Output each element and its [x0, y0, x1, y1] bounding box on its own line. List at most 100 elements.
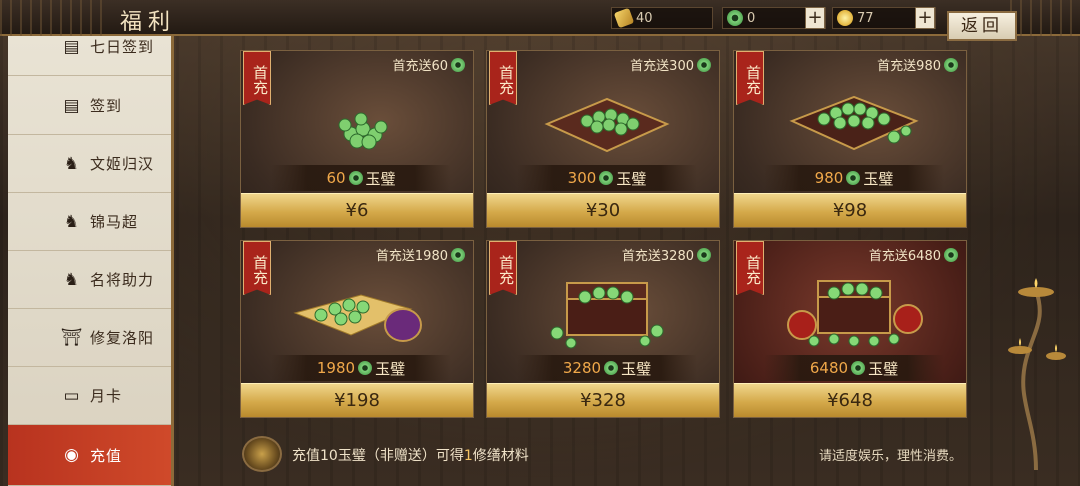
amount-unit: 玉璧 [621, 359, 652, 378]
sidebar-item-monthly-card[interactable]: ▭ 月卡 [8, 367, 171, 425]
bonus-label: 首充送60 [392, 55, 465, 74]
price-button[interactable]: ¥198 [241, 383, 473, 417]
recharge-icon: ◉ [64, 445, 80, 465]
amount-unit: 玉璧 [375, 359, 406, 378]
jade-amount: 6480 玉璧 [764, 355, 944, 381]
sidebar-item-label: 签到 [90, 97, 123, 115]
jade-coin-icon [944, 57, 958, 72]
repair-material-icon [242, 436, 282, 472]
jade-coin-icon [451, 57, 465, 72]
amount-unit: 玉璧 [868, 359, 899, 378]
recharge-tip-bar: 充值10玉璧（非赠送）可得1修缮材料 请适度娱乐，理性消费。 [240, 436, 980, 472]
price-button[interactable]: ¥328 [487, 383, 719, 417]
back-button[interactable]: 返回 [947, 11, 1017, 41]
jade-coin-icon [599, 171, 614, 185]
jade-coin-icon [697, 57, 711, 72]
recharge-card-30[interactable]: 首充 首充送300 300 玉璧 ¥30 [486, 50, 720, 228]
bonus-text: 首充送60 [392, 59, 448, 74]
jade-coin-icon [727, 10, 743, 26]
bonus-label: 首充送300 [630, 55, 711, 74]
sidebar: ▤ 七日签到 ▤ 签到 ♞ 文姬归汉 ♞ 锦马超 ♞ 名将助力 ⛩ 修复洛阳 ▭… [8, 36, 174, 486]
jade-treasure-chest-icon [787, 280, 923, 347]
pavilion-icon: ⛩ [60, 327, 84, 348]
sidebar-item-label: 锦马超 [90, 213, 139, 231]
amount-unit: 玉璧 [863, 169, 894, 188]
amount-value: 6480 [809, 359, 849, 377]
sidebar-item-repair-luoyang[interactable]: ⛩ 修复洛阳 [8, 309, 171, 367]
sidebar-item-recharge[interactable]: ◉ 充值 [8, 425, 171, 486]
first-recharge-ribbon: 首充 [736, 51, 764, 105]
jade-coin-icon [851, 361, 866, 375]
sidebar-item-machao[interactable]: ♞ 锦马超 [8, 193, 171, 251]
cloud-ornament-right [1010, 0, 1080, 36]
sidebar-item-label: 名将助力 [90, 271, 155, 289]
price-button[interactable]: ¥6 [241, 193, 473, 227]
sidebar-item-label: 月卡 [90, 387, 123, 405]
gold-ingot-icon [613, 7, 635, 29]
jade-amount: 300 玉璧 [517, 165, 697, 191]
sidebar-item-wenji[interactable]: ♞ 文姬归汉 [8, 135, 171, 193]
tip-prefix: 充值10玉璧（非赠送）可得 [292, 448, 464, 464]
first-recharge-ribbon: 首充 [243, 241, 271, 295]
jade-coin-icon [846, 171, 861, 185]
sidebar-item-label: 文姬归汉 [90, 155, 155, 173]
price-button[interactable]: ¥30 [487, 193, 719, 227]
amount-value: 1980 [316, 359, 356, 377]
hero-icon: ♞ [63, 269, 81, 290]
top-bar: 福利 40 0 + 77 + [0, 0, 1080, 36]
price-button[interactable]: ¥648 [734, 383, 966, 417]
gold-value: 40 [636, 10, 653, 26]
bonus-text: 首充送3280 [621, 249, 694, 264]
amount-value: 3280 [562, 359, 602, 377]
page-title: 福利 [120, 10, 177, 35]
amount-value: 980 [814, 169, 844, 187]
first-recharge-ribbon: 首充 [736, 241, 764, 295]
add-jade-button[interactable]: + [805, 7, 825, 29]
first-recharge-ribbon: 首充 [243, 51, 271, 105]
calendar-icon: ▤ [63, 36, 81, 57]
sidebar-item-signin[interactable]: ▤ 签到 [8, 77, 171, 135]
amount-unit: 玉璧 [616, 169, 647, 188]
bonus-text: 首充送300 [630, 59, 694, 74]
sidebar-item-label: 七日签到 [90, 38, 155, 56]
sidebar-item-label: 修复洛阳 [90, 329, 155, 347]
amount-value: 300 [567, 169, 597, 187]
recharge-card-328[interactable]: 首充 首充送3280 3280 玉璧 ¥328 [486, 240, 720, 418]
jade-coin-icon [604, 361, 619, 375]
jade-tray-full-icon [789, 95, 919, 151]
hero-icon: ♞ [63, 153, 81, 174]
tip-highlight: 1 [463, 448, 473, 464]
candle-lamp-icon [1008, 278, 1066, 470]
bonus-text: 首充送6480 [868, 249, 941, 264]
amount-unit: 玉璧 [365, 169, 396, 188]
recharge-card-98[interactable]: 首充 首充送980 980 玉璧 ¥98 [733, 50, 967, 228]
sidebar-item-famous-generals[interactable]: ♞ 名将助力 [8, 251, 171, 309]
bonus-label: 首充送980 [877, 55, 958, 74]
checklist-icon: ▤ [63, 95, 81, 116]
recharge-tip: 充值10玉璧（非赠送）可得1修缮材料 [292, 445, 529, 465]
price-button[interactable]: ¥98 [734, 193, 966, 227]
recharge-card-198[interactable]: 首充 首充送1980 1980 玉璧 ¥198 [240, 240, 474, 418]
recharge-card-6[interactable]: 首充 首充送60 60 玉璧 ¥6 [240, 50, 474, 228]
jade-coin-icon [348, 171, 363, 185]
bonus-label: 首充送6480 [869, 245, 958, 264]
bonus-text: 首充送1980 [375, 249, 448, 264]
bonus-label: 首充送1980 [376, 245, 465, 264]
recharge-card-648[interactable]: 首充 首充送6480 6480 玉璧 ¥648 [733, 240, 967, 418]
sidebar-item-label: 充值 [90, 446, 123, 465]
coin-value: 77 [857, 10, 874, 26]
first-recharge-ribbon: 首充 [489, 241, 517, 295]
jade-amount: 60 玉璧 [271, 165, 451, 191]
jade-value: 0 [747, 10, 756, 26]
jade-amount: 980 玉璧 [764, 165, 944, 191]
jade-pile-small-icon [338, 112, 388, 150]
jade-coin-icon [697, 247, 711, 262]
sidebar-item-seven-day-signin[interactable]: ▤ 七日签到 [8, 36, 171, 76]
jade-cloth-pouch-icon [293, 294, 422, 342]
jade-chest-icon [550, 282, 664, 349]
add-coin-button[interactable]: + [915, 7, 935, 29]
jade-coin-icon [451, 247, 465, 262]
cloud-ornament-left [0, 0, 110, 36]
card-icon: ▭ [63, 385, 81, 406]
jade-tray-icon [544, 97, 670, 153]
